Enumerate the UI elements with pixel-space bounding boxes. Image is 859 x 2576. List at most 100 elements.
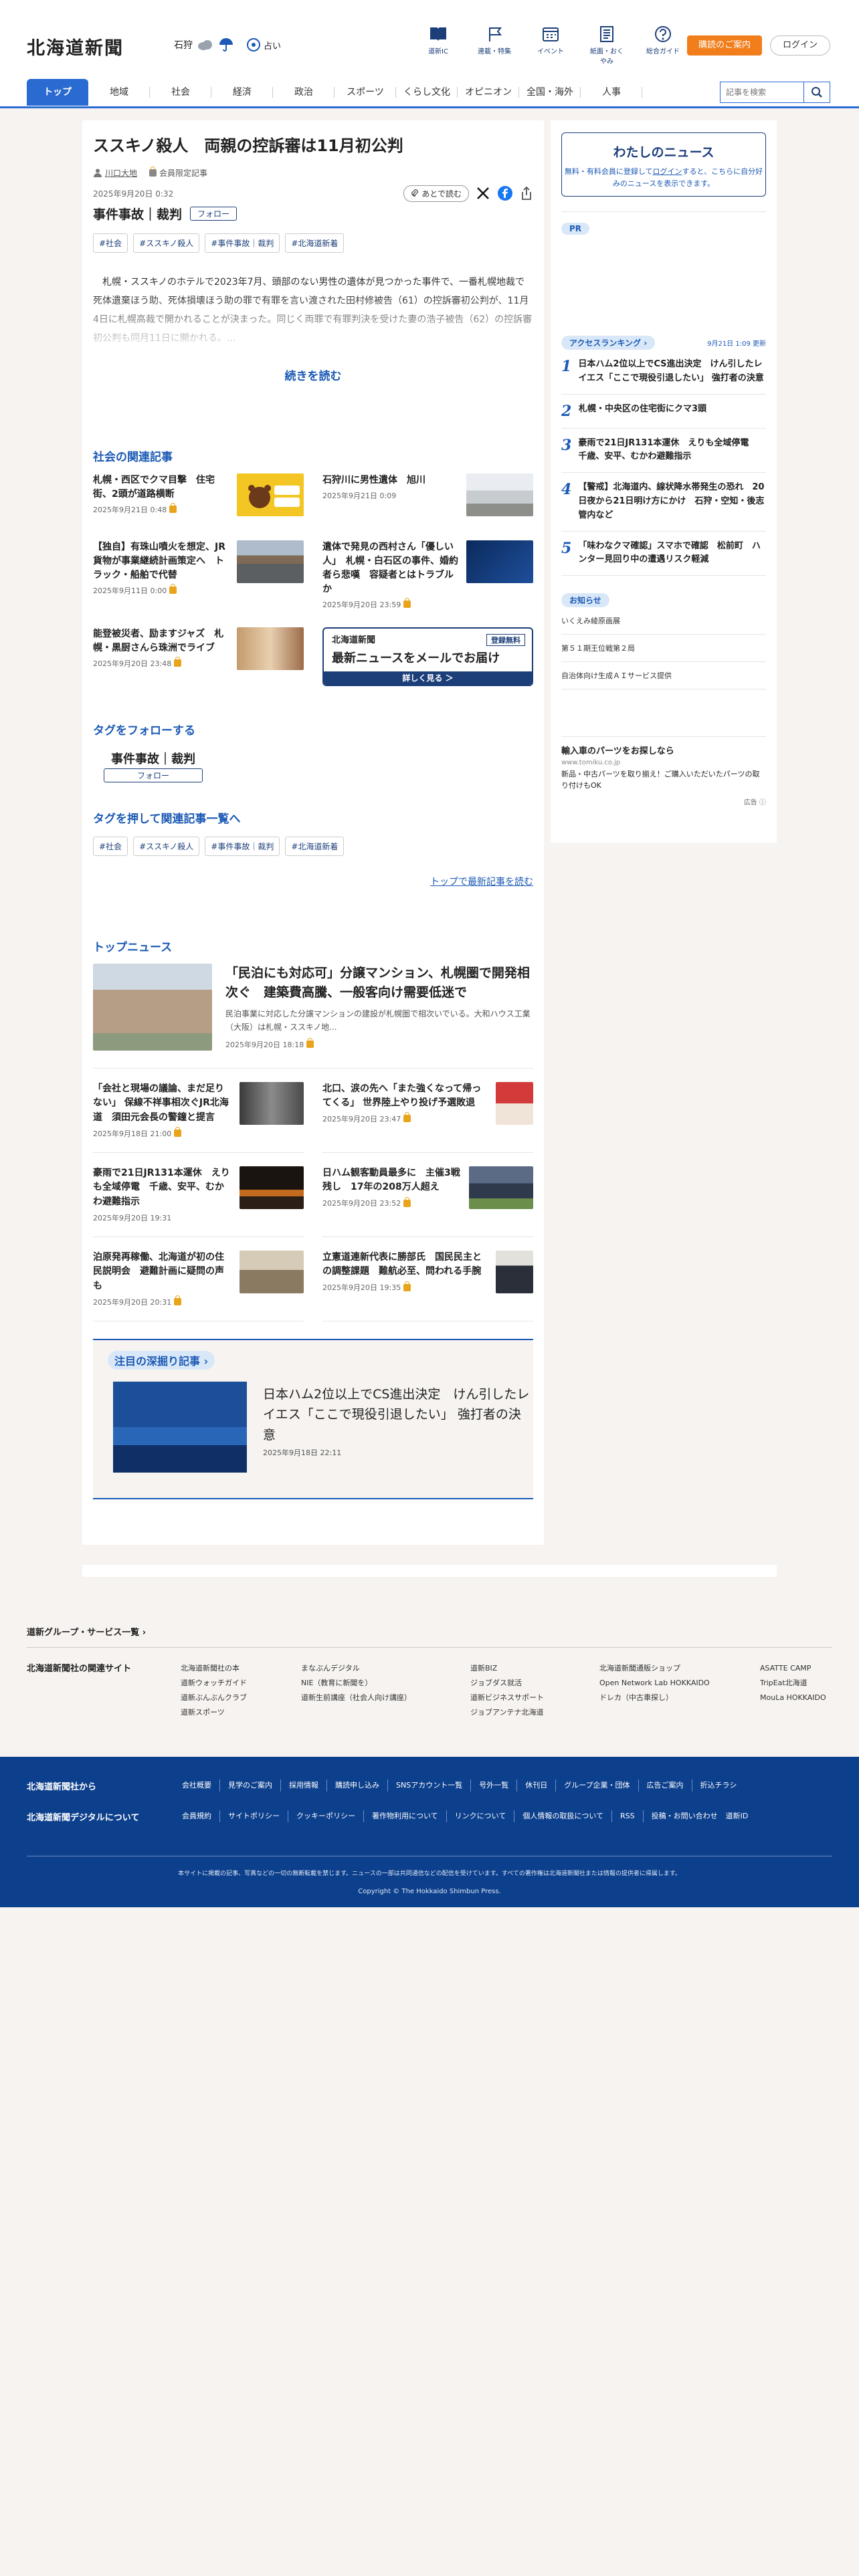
share-icon[interactable] xyxy=(520,186,533,201)
search-input[interactable] xyxy=(720,82,803,103)
feature-title[interactable]: 「民泊にも対応可」分譲マンション、札幌圏で開発相次ぐ 建築費高騰、一般客向け需要… xyxy=(225,964,533,1003)
group-link[interactable]: ASATTE CAMP xyxy=(760,1661,827,1676)
group-link[interactable]: Open Network Lab HOKKAIDO xyxy=(599,1676,760,1691)
footer-link[interactable]: 著作物利用について xyxy=(364,1810,447,1822)
nav-item-sports[interactable]: スポーツ xyxy=(335,79,396,106)
top-news-item-title[interactable]: 立憲道連新代表に勝部氏 国民民主との調整課題 難航必至、問われる手腕 xyxy=(322,1251,489,1279)
ranking-item[interactable]: 5 「味わなクマ確認」スマホで確認 松前町 ハンター見回り中の遭遇リスク軽減 xyxy=(561,532,766,576)
footer-link[interactable]: 会社概要 xyxy=(182,1780,220,1792)
related-article-title[interactable]: 【独自】有珠山噴火を想定、JR貨物が事業継続計画策定へ トラック・船舶で代替 xyxy=(93,540,230,582)
top-news-item-title[interactable]: 北口、涙の先へ「また強くなって帰ってくる」 世界陸上やり投げ予選敗退 xyxy=(322,1082,489,1111)
tag-link[interactable]: #ススキノ殺人 xyxy=(133,836,200,856)
footer-link[interactable]: 休刊日 xyxy=(517,1780,557,1792)
ranking-item[interactable]: 3 豪雨で21日JR131本運休 えりも全域停電 千歳、安平、むかわ避難指示 xyxy=(561,429,766,473)
nav-item-top[interactable]: トップ xyxy=(27,79,88,106)
top-news-item-title[interactable]: 泊原発再稼働、北海道が初の住民説明会 避難計画に疑問の声も xyxy=(93,1251,233,1294)
top-news-item[interactable]: 日ハム観客動員最多に 主催3戦残し 17年の208万人超え 2025年9月20日… xyxy=(322,1153,533,1237)
footer-link[interactable]: 見学のご案内 xyxy=(220,1780,281,1792)
tag-link[interactable]: #事件事故｜裁判 xyxy=(205,836,280,856)
search-button[interactable] xyxy=(803,82,830,103)
related-article-title[interactable]: 札幌・西区でクマ目撃 住宅街、2頭が道路横断 xyxy=(93,473,230,502)
nav-item-culture[interactable]: くらし文化 xyxy=(396,79,458,106)
header-link-series[interactable]: 連載・特集 xyxy=(475,25,514,66)
top-news-item[interactable]: 泊原発再稼働、北海道が初の住民説明会 避難計画に疑問の声も 2025年9月20日… xyxy=(93,1237,304,1321)
nav-item-region[interactable]: 地域 xyxy=(88,79,150,106)
notice-item[interactable]: いくえみ綾原画展 xyxy=(561,607,766,635)
tag-link[interactable]: #社会 xyxy=(93,233,128,253)
my-news-login-link[interactable]: ログイン xyxy=(653,167,682,176)
login-button[interactable]: ログイン xyxy=(770,35,830,56)
footer-link[interactable]: 道新ID xyxy=(726,1810,757,1822)
group-link[interactable]: NIE（教育に新聞を） xyxy=(301,1676,470,1691)
to-top-latest-link[interactable]: トップで最新記事を読む xyxy=(93,875,533,888)
nav-item-politics[interactable]: 政治 xyxy=(273,79,335,106)
thumbnail-man[interactable] xyxy=(496,1250,533,1293)
author-name[interactable]: 川口大地 xyxy=(105,167,137,179)
group-link[interactable]: ドレカ（中古車探し） xyxy=(599,1691,760,1705)
deep-dive-headline[interactable]: 日本ハム2位以上でCS進出決定 けん引したレイエス「ここで現役引退したい」 強打… xyxy=(263,1384,531,1445)
tag-link[interactable]: #事件事故｜裁判 xyxy=(205,233,280,253)
group-services-title[interactable]: 道新グループ・サービス一覧 › xyxy=(27,1625,832,1648)
related-article[interactable]: 能登被災者、励ますジャズ 札幌・黒厨さんら珠洲でライブ 2025年9月20日 2… xyxy=(93,627,304,686)
thumbnail-hall[interactable] xyxy=(240,1250,304,1293)
footer-link[interactable]: サイトポリシー xyxy=(220,1810,288,1822)
top-news-item-title[interactable]: 「会社と現場の議論、まだ足りない」 保線不祥事相次ぐJR北海道 須田元会長の警鐘… xyxy=(93,1082,233,1125)
header-link-papers[interactable]: 紙面・おくやみ xyxy=(587,25,626,66)
nav-item-opinion[interactable]: オピニオン xyxy=(458,79,519,106)
top-news-item[interactable]: 北口、涙の先へ「また強くなって帰ってくる」 世界陸上やり投げ予選敗退 2025年… xyxy=(322,1069,533,1153)
top-news-item-title[interactable]: 豪雨で21日JR131本運休 えりも全域停電 千歳、安平、むかわ避難指示 xyxy=(93,1166,233,1210)
nav-item-world[interactable]: 全国・海外 xyxy=(519,79,581,106)
rank-title[interactable]: 日本ハム2位以上でCS進出決定 けん引したレイエス「ここで現役引退したい」 強打… xyxy=(578,358,766,386)
thumbnail-incident[interactable] xyxy=(466,540,533,583)
thumbnail-night[interactable] xyxy=(240,1166,304,1209)
group-link[interactable]: 道新BIZ xyxy=(470,1661,599,1676)
group-link[interactable]: ジョブアンテナ北海道 xyxy=(470,1705,599,1720)
nav-item-society[interactable]: 社会 xyxy=(150,79,211,106)
top-news-item[interactable]: 豪雨で21日JR131本運休 えりも全域停電 千歳、安平、むかわ避難指示 202… xyxy=(93,1153,304,1237)
group-link[interactable]: 道新ウォッチガイド xyxy=(181,1676,301,1691)
group-link[interactable]: まなぶんデジタル xyxy=(301,1661,470,1676)
group-link[interactable]: 道新ぶんぶんクラブ xyxy=(181,1691,301,1705)
read-more-link[interactable]: 続きを読む xyxy=(93,366,533,383)
group-link[interactable]: ジョブダス就活 xyxy=(470,1676,599,1691)
thumbnail-train[interactable] xyxy=(237,540,304,583)
header-link-events[interactable]: イベント xyxy=(531,25,570,66)
group-link[interactable]: TripEat北海道 xyxy=(760,1676,827,1691)
tag-link[interactable]: #北海道新着 xyxy=(285,233,345,253)
footer-link[interactable]: 広告ご案内 xyxy=(639,1780,692,1792)
related-article-title[interactable]: 能登被災者、励ますジャズ 札幌・黒厨さんら珠洲でライブ xyxy=(93,627,230,655)
group-link[interactable]: 北海道新聞通販ショップ xyxy=(599,1661,760,1676)
ranking-item[interactable]: 4 【警戒】北海道内、線状降水帯発生の恐れ 20日夜から21日明け方にかけ 石狩・… xyxy=(561,473,766,532)
x-share-icon[interactable] xyxy=(476,186,490,201)
thumbnail-portrait[interactable] xyxy=(240,1081,304,1125)
email-newsletter-banner[interactable]: 北海道新聞 登録無料 最新ニュースをメールでお届け 詳しく見る ＞ xyxy=(322,627,533,686)
ad-headline[interactable]: 輸入車のパーツをお探しなら xyxy=(561,744,766,756)
footer-link[interactable]: 購読申し込み xyxy=(327,1780,388,1792)
site-logo[interactable]: 北海道新聞 xyxy=(27,33,124,60)
related-article-title[interactable]: 石狩川に男性遺体 旭川 xyxy=(322,473,425,488)
weather-widget[interactable]: 石狩 占い xyxy=(174,37,281,52)
sidebar-ad[interactable]: 輸入車のパーツをお探しなら www.tomiku.co.jp 新品・中古パーツを… xyxy=(561,736,766,807)
tag-link[interactable]: #ススキノ殺人 xyxy=(133,233,200,253)
deep-dive-title[interactable]: 注目の深掘り記事 › xyxy=(108,1350,215,1370)
top-news-item-title[interactable]: 日ハム観客動員最多に 主催3戦残し 17年の208万人超え xyxy=(322,1166,462,1195)
thumbnail-stadium[interactable] xyxy=(469,1166,533,1209)
rank-title[interactable]: 豪雨で21日JR131本運休 えりも全域停電 千歳、安平、むかわ避難指示 xyxy=(578,437,766,465)
notice-item[interactable]: 第５１期王位戦第２局 xyxy=(561,635,766,663)
footer-link[interactable]: 号外一覧 xyxy=(471,1780,518,1792)
rank-title[interactable]: 「味わなクマ確認」スマホで確認 松前町 ハンター見回り中の遭遇リスク軽減 xyxy=(578,540,766,568)
nav-item-economy[interactable]: 経済 xyxy=(211,79,273,106)
thumbnail-baseball[interactable] xyxy=(113,1381,247,1473)
group-link[interactable]: MouLa HOKKAIDO xyxy=(760,1691,827,1705)
thumbnail-jazz[interactable] xyxy=(237,627,304,670)
top-news-item[interactable]: 「会社と現場の議論、まだ足りない」 保線不祥事相次ぐJR北海道 須田元会長の警鐘… xyxy=(93,1069,304,1153)
thumbnail-river[interactable] xyxy=(466,473,533,516)
top-news-item[interactable]: 立憲道連新代表に勝部氏 国民民主との調整課題 難航必至、問われる手腕 2025年… xyxy=(322,1237,533,1321)
group-link[interactable]: 道新スポーツ xyxy=(181,1705,301,1720)
ranking-label[interactable]: アクセスランキング › xyxy=(561,336,656,350)
tag-link[interactable]: #北海道新着 xyxy=(285,836,345,856)
footer-link[interactable]: 投稿・お問い合わせ xyxy=(644,1810,726,1822)
header-link-guide[interactable]: 総合ガイド xyxy=(644,25,682,66)
thumbnail-athlete[interactable] xyxy=(496,1081,533,1125)
ranking-item[interactable]: 1 日本ハム2位以上でCS進出決定 けん引したレイエス「ここで現役引退したい」 強… xyxy=(561,350,766,395)
